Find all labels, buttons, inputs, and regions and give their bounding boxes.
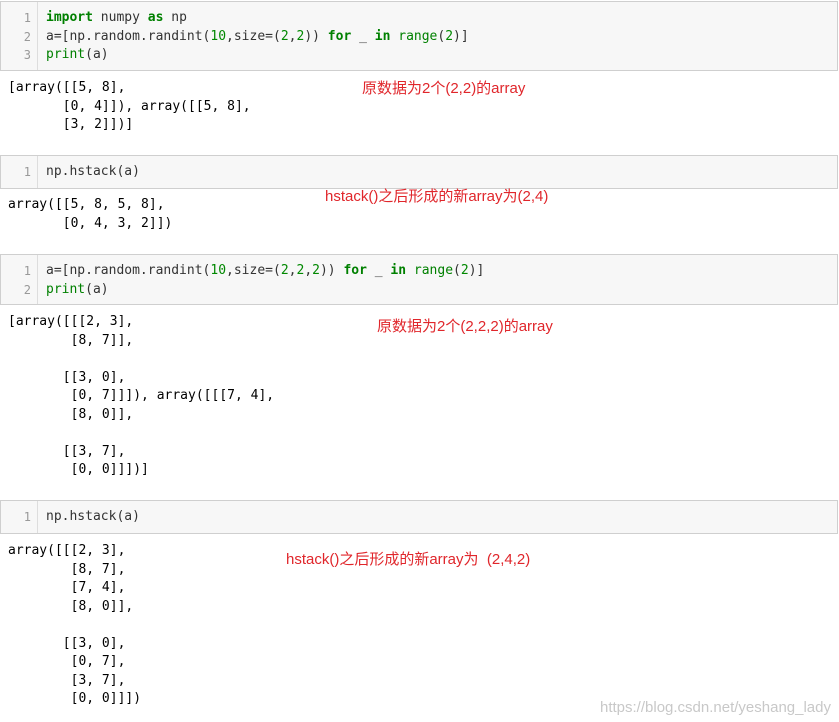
cell-output-2: array([[5, 8, 5, 8], [0, 4, 3, 2]])	[8, 197, 173, 231]
code-token: ,size=(	[226, 263, 281, 278]
code-line[interactable]: np.hstack(a)	[46, 163, 140, 182]
line-number: 1	[23, 165, 31, 179]
gutter-divider	[37, 2, 38, 70]
annotation-4: hstack()之后形成的新array为 (2,4,2)	[286, 551, 531, 568]
gutter-divider	[37, 156, 38, 188]
code-token: ))	[319, 263, 344, 278]
line-number: 2	[23, 30, 31, 44]
code-token: _	[351, 29, 375, 44]
code-line[interactable]: a=[np.random.randint(10,size=(2,2)) for …	[46, 28, 469, 47]
code-token: 2	[280, 263, 289, 278]
line-number: 1	[23, 264, 31, 278]
code-token: 10	[210, 263, 227, 278]
code-token: import	[46, 10, 93, 25]
code-token: 2	[460, 263, 469, 278]
code-line[interactable]: np.hstack(a)	[46, 508, 140, 527]
code-token: np.hstack(a)	[46, 509, 140, 524]
code-token: np	[163, 10, 187, 25]
code-token: numpy	[92, 10, 148, 25]
line-number: 3	[23, 48, 31, 62]
cell-output-4: array([[[2, 3], [8, 7], [7, 4], [8, 0]],…	[8, 543, 142, 706]
code-token: (	[453, 263, 461, 278]
line-number: 2	[23, 283, 31, 297]
annotation-1: 原数据为2个(2,2)的array	[362, 80, 526, 97]
code-token: ,size=(	[226, 29, 281, 44]
code-token: )]	[468, 263, 485, 278]
code-token: ,	[304, 263, 313, 278]
annotation-2: hstack()之后形成的新array为(2,4)	[325, 188, 549, 205]
cell-output-1: [array([[5, 8], [0, 4]]), array([[5, 8],…	[8, 80, 251, 132]
code-line[interactable]: print(a)	[46, 46, 109, 65]
watermark: https://blog.csdn.net/yeshang_lady	[600, 699, 831, 716]
code-cell-4[interactable]: 1 np.hstack(a)	[0, 500, 838, 534]
annotation-3: 原数据为2个(2,2,2)的array	[377, 318, 553, 335]
code-token: np.hstack(a)	[46, 164, 140, 179]
code-line[interactable]: a=[np.random.randint(10,size=(2,2,2)) fo…	[46, 262, 484, 281]
code-token: in	[390, 263, 407, 278]
cell-output-3: [array([[[2, 3], [8, 7]], [[3, 0], [0, 7…	[8, 314, 275, 477]
code-token: for	[343, 263, 367, 278]
line-number: 1	[23, 510, 31, 524]
code-token: )]	[453, 29, 469, 44]
line-number: 1	[23, 11, 31, 25]
code-token: print	[46, 47, 86, 62]
code-token: in	[374, 29, 391, 44]
gutter-divider	[37, 501, 38, 533]
code-token: range	[413, 263, 454, 278]
code-token: 2	[280, 29, 289, 44]
code-token: a=[np.random.randint(	[46, 29, 211, 44]
code-cell-3[interactable]: 1 2 a=[np.random.randint(10,size=(2,2,2)…	[0, 254, 838, 305]
code-token: ))	[304, 29, 328, 44]
code-token: as	[147, 10, 164, 25]
code-token: print	[46, 282, 86, 297]
gutter-divider	[37, 255, 38, 304]
code-token: 2	[445, 29, 454, 44]
code-token: _	[366, 263, 391, 278]
code-token: 2	[312, 263, 320, 278]
code-token: (a)	[85, 282, 109, 297]
code-token: for	[327, 29, 352, 44]
code-token: a=[np.random.randint(	[46, 263, 211, 278]
code-line[interactable]: import numpy as np	[46, 9, 187, 28]
code-token: range	[398, 29, 438, 44]
code-cell-1[interactable]: 1 2 3 import numpy as np a=[np.random.ra…	[0, 1, 838, 71]
code-token: (a)	[85, 47, 109, 62]
code-line[interactable]: print(a)	[46, 281, 109, 300]
code-token: 10	[210, 29, 227, 44]
code-cell-2[interactable]: 1 np.hstack(a)	[0, 155, 838, 189]
